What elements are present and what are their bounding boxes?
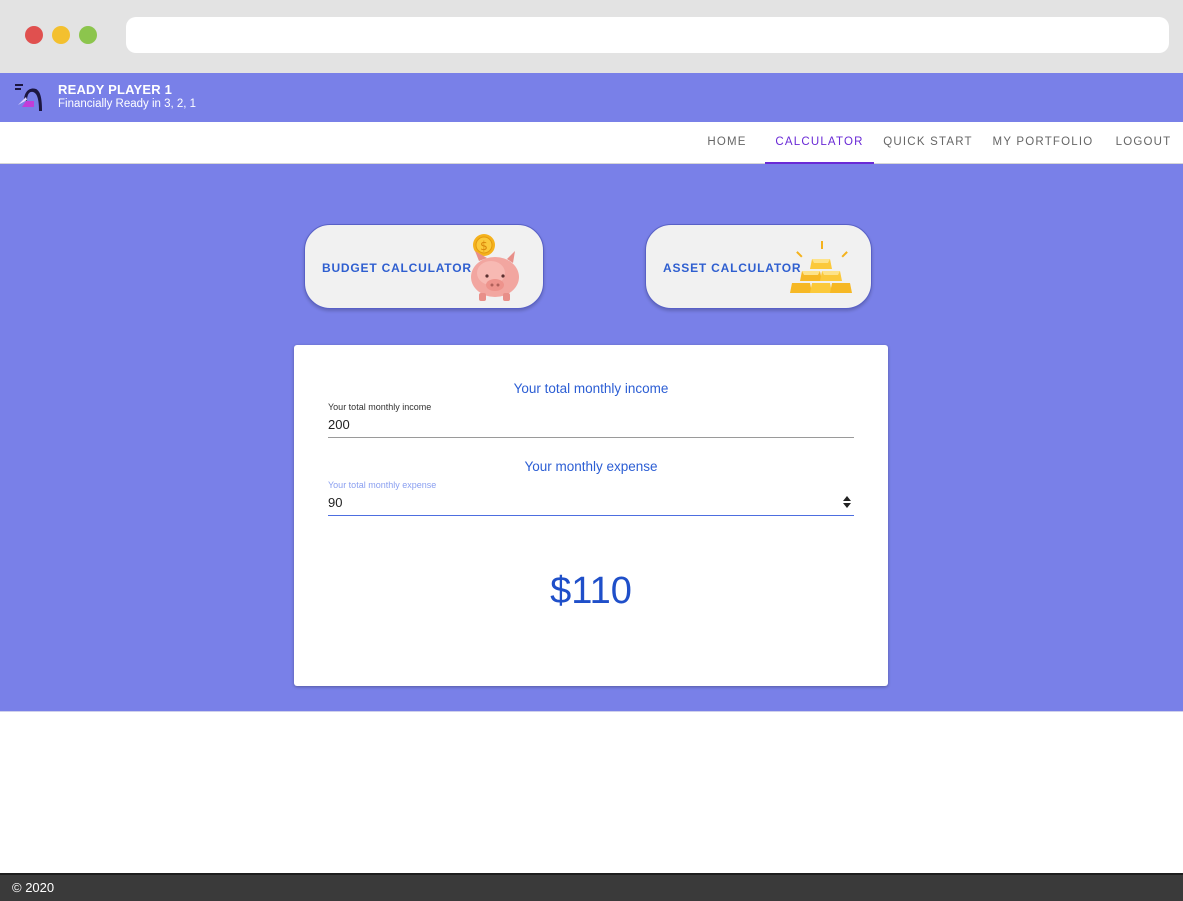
income-input-underline xyxy=(328,437,854,438)
nav-home[interactable]: HOME xyxy=(698,122,756,164)
logo-icon[interactable] xyxy=(12,81,46,115)
nav-my-portfolio[interactable]: MY PORTFOLIO xyxy=(989,122,1097,164)
svg-text:$: $ xyxy=(480,239,488,253)
maximize-window-button[interactable] xyxy=(79,26,97,44)
asset-calculator-label: ASSET CALCULATOR xyxy=(663,261,802,275)
budget-calculator-label: BUDGET CALCULATOR xyxy=(322,261,472,275)
app-header: READY PLAYER 1 Financially Ready in 3, 2… xyxy=(0,73,1183,122)
nav-calculator[interactable]: CALCULATOR xyxy=(765,122,874,164)
spinner-icon[interactable] xyxy=(842,495,852,509)
asset-calculator-button[interactable]: ASSET CALCULATOR xyxy=(645,224,872,309)
close-window-button[interactable] xyxy=(25,26,43,44)
income-field-label: Your total monthly income xyxy=(328,402,432,412)
app-title: READY PLAYER 1 xyxy=(58,82,173,97)
minimize-window-button[interactable] xyxy=(52,26,70,44)
app-subtitle: Financially Ready in 3, 2, 1 xyxy=(58,98,197,110)
piggy-bank-icon: $ xyxy=(471,234,519,301)
budget-result: $110 xyxy=(550,570,632,612)
nav-logout[interactable]: LOGOUT xyxy=(1110,122,1177,164)
expense-field-label: Your total monthly expense xyxy=(328,480,437,490)
browser-chrome xyxy=(0,0,1183,73)
gold-bars-icon xyxy=(790,241,852,293)
main-area: BUDGET CALCULATOR $ ASSET CALCULATOR You… xyxy=(0,164,1183,712)
address-bar[interactable] xyxy=(126,17,1169,53)
income-input[interactable] xyxy=(328,412,854,436)
copyright-text: © 2020 xyxy=(12,880,55,895)
income-section-title: Your total monthly income xyxy=(513,381,669,396)
expense-section-title: Your monthly expense xyxy=(524,459,658,474)
nav-bar: HOME CALCULATOR QUICK START MY PORTFOLIO… xyxy=(0,122,1183,164)
nav-quick-start[interactable]: QUICK START xyxy=(882,122,974,164)
budget-calculator-card: Your total monthly income Your total mon… xyxy=(294,345,888,686)
expense-input[interactable] xyxy=(328,490,854,514)
footer: © 2020 xyxy=(0,873,1183,901)
budget-calculator-button[interactable]: BUDGET CALCULATOR $ xyxy=(304,224,544,309)
expense-input-underline xyxy=(328,515,854,516)
